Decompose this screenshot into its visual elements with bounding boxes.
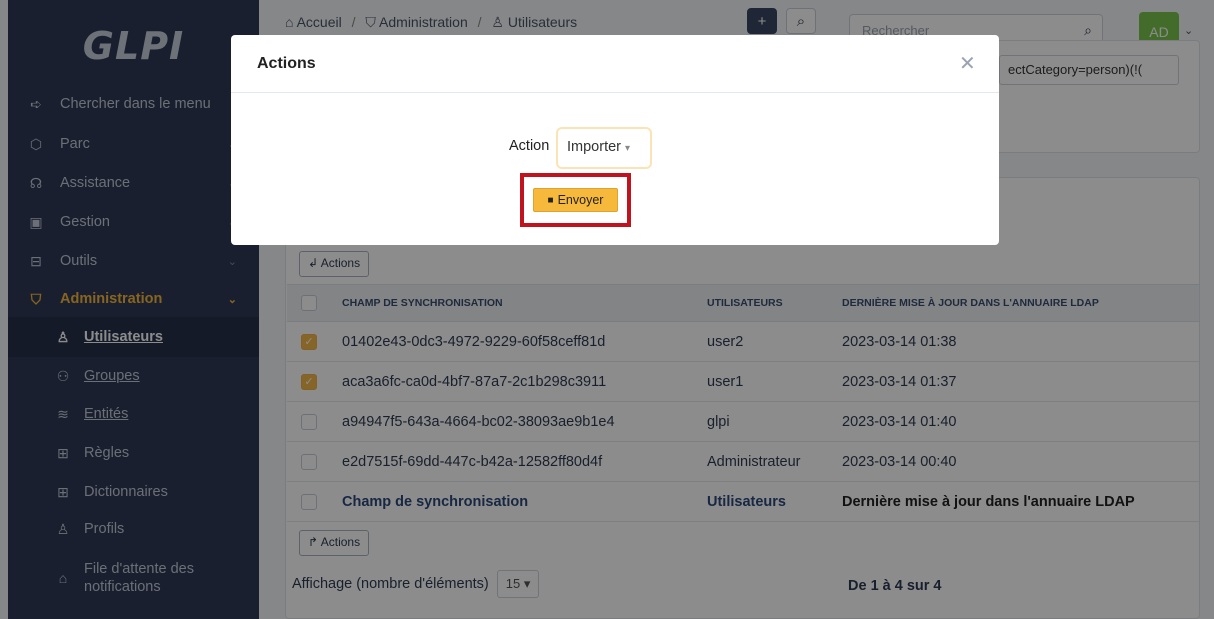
action-select[interactable]: Importer ▾ (556, 127, 652, 169)
actions-modal: Actions ✕ Action Importer ▾ ■ Envoyer (231, 35, 999, 245)
send-button[interactable]: ■ Envoyer (533, 188, 618, 212)
chevron-down-icon: ▾ (625, 143, 631, 154)
modal-header: Actions ✕ (231, 35, 999, 93)
close-icon[interactable]: ✕ (959, 51, 976, 76)
action-label: Action (509, 138, 550, 154)
save-icon: ■ (547, 194, 554, 206)
modal-title: Actions (257, 55, 316, 72)
